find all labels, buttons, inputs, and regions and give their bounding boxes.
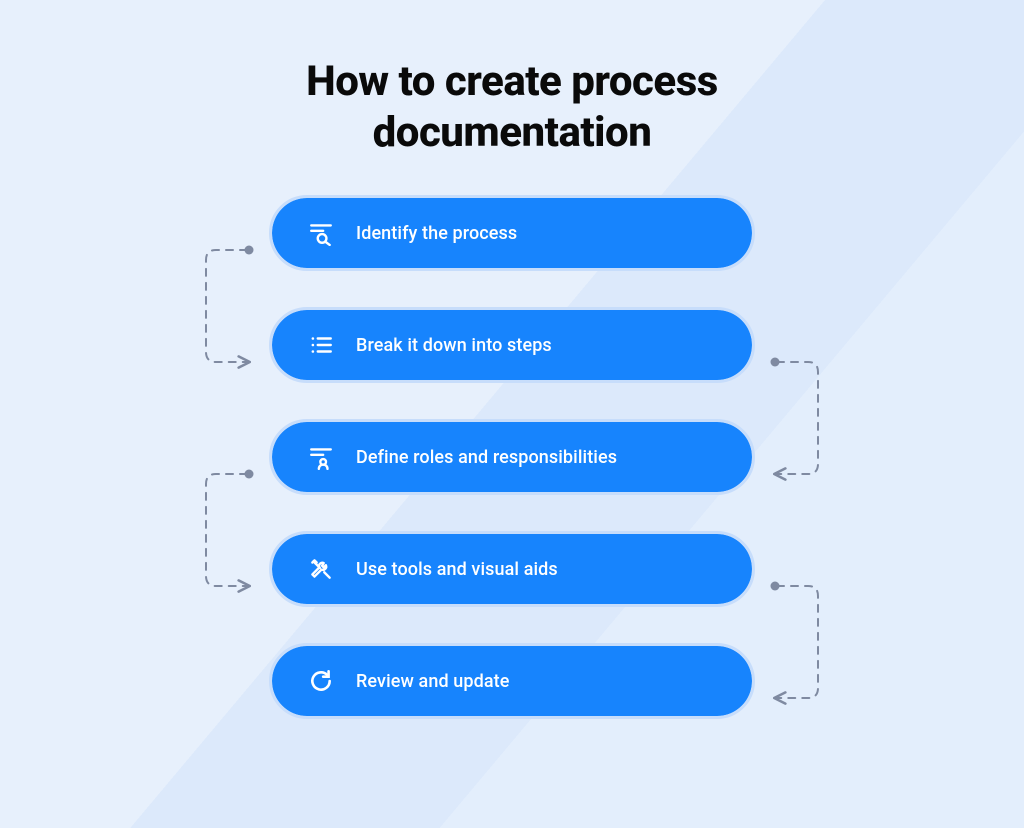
step-define-roles: Define roles and responsibilities: [272, 422, 752, 492]
step-label: Use tools and visual aids: [356, 559, 558, 580]
steps-list: Identify the process Break it down into …: [0, 198, 1024, 716]
step-identify-process: Identify the process: [272, 198, 752, 268]
page-title: How to create processdocumentation: [306, 56, 718, 158]
title-line-1: How to create processdocumentation: [306, 57, 718, 157]
list-icon: [308, 332, 334, 358]
refresh-icon: [308, 668, 334, 694]
search-lines-icon: [308, 220, 334, 246]
person-lines-icon: [308, 444, 334, 470]
step-review-update: Review and update: [272, 646, 752, 716]
tools-icon: [308, 556, 334, 582]
step-label: Break it down into steps: [356, 335, 552, 356]
step-label: Identify the process: [356, 223, 517, 244]
step-label: Review and update: [356, 671, 510, 692]
step-break-down: Break it down into steps: [272, 310, 752, 380]
diagram-container: How to create processdocumentation Ident…: [0, 0, 1024, 828]
step-label: Define roles and responsibilities: [356, 447, 617, 468]
step-use-tools: Use tools and visual aids: [272, 534, 752, 604]
